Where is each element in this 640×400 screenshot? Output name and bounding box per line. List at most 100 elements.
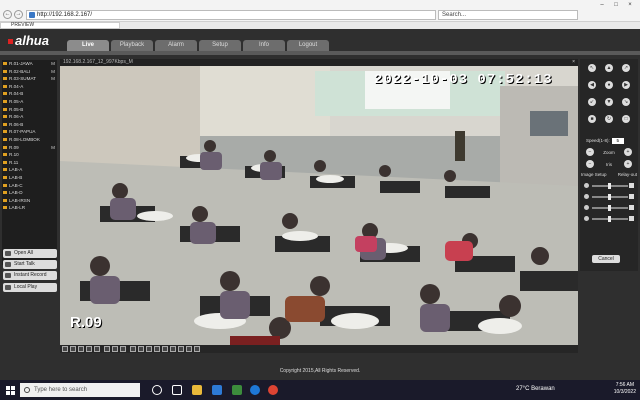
ratio-icon[interactable]	[162, 346, 168, 352]
chrome-icon[interactable]	[268, 385, 278, 395]
forward-icon[interactable]: →	[14, 10, 23, 19]
channel-item[interactable]: R.06-B	[2, 121, 57, 129]
cortana-icon[interactable]	[152, 385, 162, 395]
instant-record-button[interactable]: Instant Record	[3, 271, 57, 280]
ptz-right-icon[interactable]: ▶	[622, 81, 630, 89]
ptz-aux-icon[interactable]: □	[622, 115, 630, 123]
channel-item[interactable]: R.07-PAPUA	[2, 128, 57, 136]
channel-item[interactable]: R.10	[2, 151, 57, 159]
stream-select-icon[interactable]	[138, 346, 144, 352]
close-video-icon[interactable]: ×	[572, 59, 575, 66]
iris-open-icon[interactable]: +	[624, 160, 632, 168]
ptz-down-right-icon[interactable]: ↘	[622, 98, 630, 106]
snapshot-icon[interactable]	[104, 346, 110, 352]
ptz-up-icon[interactable]: ▲	[605, 64, 613, 72]
brightness-slider[interactable]	[584, 183, 634, 189]
zoom-digital-icon[interactable]	[130, 346, 136, 352]
windows-start-icon[interactable]	[6, 386, 15, 395]
tab-info[interactable]: Info	[243, 40, 285, 51]
start-talk-button[interactable]: Start Talk	[3, 260, 57, 269]
layout-9-icon[interactable]	[78, 346, 84, 352]
ptz-preset-icon[interactable]: ■	[588, 115, 596, 123]
open-all-button[interactable]: Open All	[3, 249, 57, 258]
slider-plus-icon[interactable]	[629, 205, 634, 210]
channel-item[interactable]: R.06-A	[2, 113, 57, 121]
close-all-icon[interactable]	[146, 346, 152, 352]
channel-item[interactable]: R.04-B	[2, 90, 57, 98]
fullscreen-icon[interactable]	[86, 346, 92, 352]
channel-item[interactable]: LAB-IRSN	[2, 197, 57, 205]
iris-close-icon[interactable]: −	[586, 160, 594, 168]
slider-knob[interactable]	[608, 205, 611, 211]
layout-4-icon[interactable]	[70, 346, 76, 352]
hue-slider[interactable]	[584, 216, 634, 222]
channel-item[interactable]: LAB-A	[2, 166, 57, 174]
back-icon[interactable]: ←	[3, 10, 12, 19]
zoom-in-icon[interactable]: +	[624, 148, 632, 156]
channel-item[interactable]: LAB-D	[2, 189, 57, 197]
settings-icon[interactable]	[154, 346, 160, 352]
cancel-button[interactable]: Cancel	[592, 255, 620, 263]
tab-live[interactable]: Live	[67, 40, 109, 51]
channel-item[interactable]: R.03-SUMAT M	[2, 75, 57, 83]
ptz-up-right-icon[interactable]: ↗	[622, 64, 630, 72]
live-video[interactable]: 192.168.2.167_12_997Kbps_M × 2022-10-03 …	[60, 59, 578, 345]
browser-tab[interactable]: PREVIEW	[0, 22, 120, 29]
slider-plus-icon[interactable]	[629, 216, 634, 221]
edge-icon[interactable]	[250, 385, 260, 395]
speed-select[interactable]: 5	[611, 138, 624, 144]
clock[interactable]: 7:56 AM 10/3/2022	[614, 382, 636, 396]
fluency-icon[interactable]	[170, 346, 176, 352]
file-explorer-icon[interactable]	[192, 385, 202, 395]
minimize-icon[interactable]: –	[596, 2, 608, 9]
slider-knob[interactable]	[608, 183, 611, 189]
task-view-icon[interactable]	[172, 385, 182, 395]
contrast-slider[interactable]	[584, 194, 634, 200]
audio-icon[interactable]	[120, 346, 126, 352]
saturation-slider[interactable]	[584, 205, 634, 211]
ptz-center-icon[interactable]: ●	[605, 81, 613, 89]
taskbar-search[interactable]: Type here to search	[20, 383, 140, 397]
tab-setup[interactable]: Setup	[199, 40, 241, 51]
channel-item[interactable]: R.11	[2, 159, 57, 167]
channel-item[interactable]: LAB-LR	[2, 204, 57, 212]
channel-item[interactable]: LAB-B	[2, 174, 57, 182]
close-window-icon[interactable]: ×	[624, 2, 636, 9]
channel-item[interactable]: R.04-A	[2, 83, 57, 91]
tab-logout[interactable]: Logout	[287, 40, 329, 51]
browser-search-input[interactable]: Search...	[438, 10, 578, 20]
channel-item[interactable]: R.05-B	[2, 106, 57, 114]
slider-plus-icon[interactable]	[629, 194, 634, 199]
page-next-icon[interactable]	[186, 346, 192, 352]
maximize-icon[interactable]: □	[610, 2, 622, 9]
excel-icon[interactable]	[232, 385, 242, 395]
slider-knob[interactable]	[608, 194, 611, 200]
local-play-button[interactable]: Local Play	[3, 283, 57, 292]
tab-relay-out[interactable]: Relay-out	[618, 171, 637, 179]
slider-knob[interactable]	[608, 216, 611, 222]
tab-alarm[interactable]: Alarm	[155, 40, 197, 51]
more-icon[interactable]	[194, 346, 200, 352]
ptz-down-icon[interactable]: ▼	[605, 98, 613, 106]
address-bar[interactable]: http://192.168.2.167/	[26, 10, 436, 20]
tab-image-setup[interactable]: Image Setup	[581, 171, 607, 179]
ptz-left-icon[interactable]: ◀	[588, 81, 596, 89]
channel-item[interactable]: R.02-BALI M	[2, 68, 57, 76]
tab-playback[interactable]: Playback	[111, 40, 153, 51]
record-toggle-icon[interactable]	[112, 346, 118, 352]
layout-16-icon[interactable]	[94, 346, 100, 352]
channel-item[interactable]: R.01-JAWA M	[2, 60, 57, 68]
channel-item[interactable]: LAB-C	[2, 182, 57, 190]
weather-widget[interactable]: 27°C Berawan	[516, 386, 555, 392]
layout-1-icon[interactable]	[62, 346, 68, 352]
mail-icon[interactable]	[212, 385, 222, 395]
channel-item[interactable]: R.09 M	[2, 144, 57, 152]
ptz-down-left-icon[interactable]: ↙	[588, 98, 596, 106]
channel-item[interactable]: R.05-A	[2, 98, 57, 106]
ptz-up-left-icon[interactable]: ↖	[588, 64, 596, 72]
channel-item[interactable]: R.08-LOMBOK	[2, 136, 57, 144]
slider-plus-icon[interactable]	[629, 183, 634, 188]
page-prev-icon[interactable]	[178, 346, 184, 352]
ptz-tour-icon[interactable]: ↻	[605, 115, 613, 123]
zoom-out-icon[interactable]: −	[586, 148, 594, 156]
